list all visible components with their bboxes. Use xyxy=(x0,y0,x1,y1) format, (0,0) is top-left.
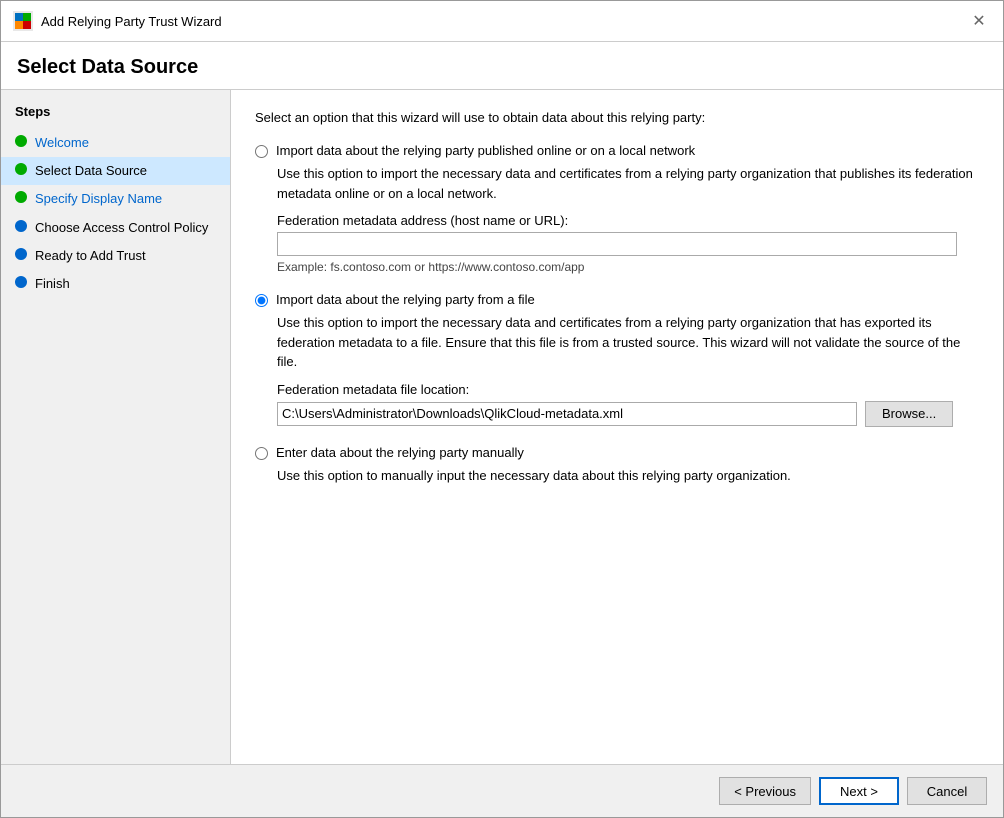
step-label-welcome: Welcome xyxy=(35,134,89,152)
close-button[interactable]: ✕ xyxy=(967,9,991,33)
radio-file[interactable] xyxy=(255,294,268,307)
step-label-specify: Specify Display Name xyxy=(35,190,162,208)
step-label-select: Select Data Source xyxy=(35,162,147,180)
field-label-online: Federation metadata address (host name o… xyxy=(277,213,979,228)
radio-row-manual: Enter data about the relying party manua… xyxy=(255,445,979,460)
radio-manual[interactable] xyxy=(255,447,268,460)
label-manual[interactable]: Enter data about the relying party manua… xyxy=(276,445,524,460)
main-instruction: Select an option that this wizard will u… xyxy=(255,110,979,125)
sidebar-item-specify-display-name[interactable]: Specify Display Name xyxy=(1,185,230,213)
browse-button[interactable]: Browse... xyxy=(865,401,953,427)
title-bar: Add Relying Party Trust Wizard ✕ xyxy=(1,1,1003,42)
sidebar-item-access-control[interactable]: Choose Access Control Policy xyxy=(1,214,230,242)
step-label-finish: Finish xyxy=(35,275,70,293)
metadata-file-input[interactable] xyxy=(277,402,857,426)
sidebar-item-welcome[interactable]: Welcome xyxy=(1,129,230,157)
page-title: Select Data Source xyxy=(17,56,987,79)
option-group-online: Import data about the relying party publ… xyxy=(255,143,979,274)
field-example-online: Example: fs.contoso.com or https://www.c… xyxy=(277,260,979,274)
sidebar-item-select-data-source[interactable]: Select Data Source xyxy=(1,157,230,185)
sidebar: Steps Welcome Select Data Source Specify… xyxy=(1,90,231,764)
radio-online[interactable] xyxy=(255,145,268,158)
option-group-file: Import data about the relying party from… xyxy=(255,292,979,427)
title-bar-left: Add Relying Party Trust Wizard xyxy=(13,11,222,31)
sidebar-title: Steps xyxy=(1,104,230,129)
file-row: Browse... xyxy=(277,401,979,427)
radio-row-file: Import data about the relying party from… xyxy=(255,292,979,307)
page-header: Select Data Source xyxy=(1,42,1003,90)
step-dot-finish xyxy=(15,276,27,288)
step-dot-access xyxy=(15,220,27,232)
step-label-ready: Ready to Add Trust xyxy=(35,247,146,265)
window-title: Add Relying Party Trust Wizard xyxy=(41,14,222,29)
sidebar-item-finish[interactable]: Finish xyxy=(1,270,230,298)
field-group-file: Federation metadata file location: Brows… xyxy=(277,382,979,427)
label-file[interactable]: Import data about the relying party from… xyxy=(276,292,535,307)
radio-row-online: Import data about the relying party publ… xyxy=(255,143,979,158)
metadata-address-input[interactable] xyxy=(277,232,957,256)
cancel-button[interactable]: Cancel xyxy=(907,777,987,805)
field-label-file: Federation metadata file location: xyxy=(277,382,979,397)
sidebar-item-ready[interactable]: Ready to Add Trust xyxy=(1,242,230,270)
description-manual: Use this option to manually input the ne… xyxy=(277,466,979,486)
label-online[interactable]: Import data about the relying party publ… xyxy=(276,143,695,158)
step-dot-specify xyxy=(15,191,27,203)
wizard-window: Add Relying Party Trust Wizard ✕ Select … xyxy=(0,0,1004,818)
content-area: Steps Welcome Select Data Source Specify… xyxy=(1,90,1003,764)
main-panel: Select an option that this wizard will u… xyxy=(231,90,1003,764)
next-button[interactable]: Next > xyxy=(819,777,899,805)
footer: < Previous Next > Cancel xyxy=(1,764,1003,817)
description-file: Use this option to import the necessary … xyxy=(277,313,979,372)
field-group-online: Federation metadata address (host name o… xyxy=(277,213,979,274)
previous-button[interactable]: < Previous xyxy=(719,777,811,805)
option-group-manual: Enter data about the relying party manua… xyxy=(255,445,979,486)
description-online: Use this option to import the necessary … xyxy=(277,164,979,203)
step-dot-welcome xyxy=(15,135,27,147)
step-dot-ready xyxy=(15,248,27,260)
step-label-access: Choose Access Control Policy xyxy=(35,219,208,237)
wizard-icon xyxy=(13,11,33,31)
step-dot-select xyxy=(15,163,27,175)
